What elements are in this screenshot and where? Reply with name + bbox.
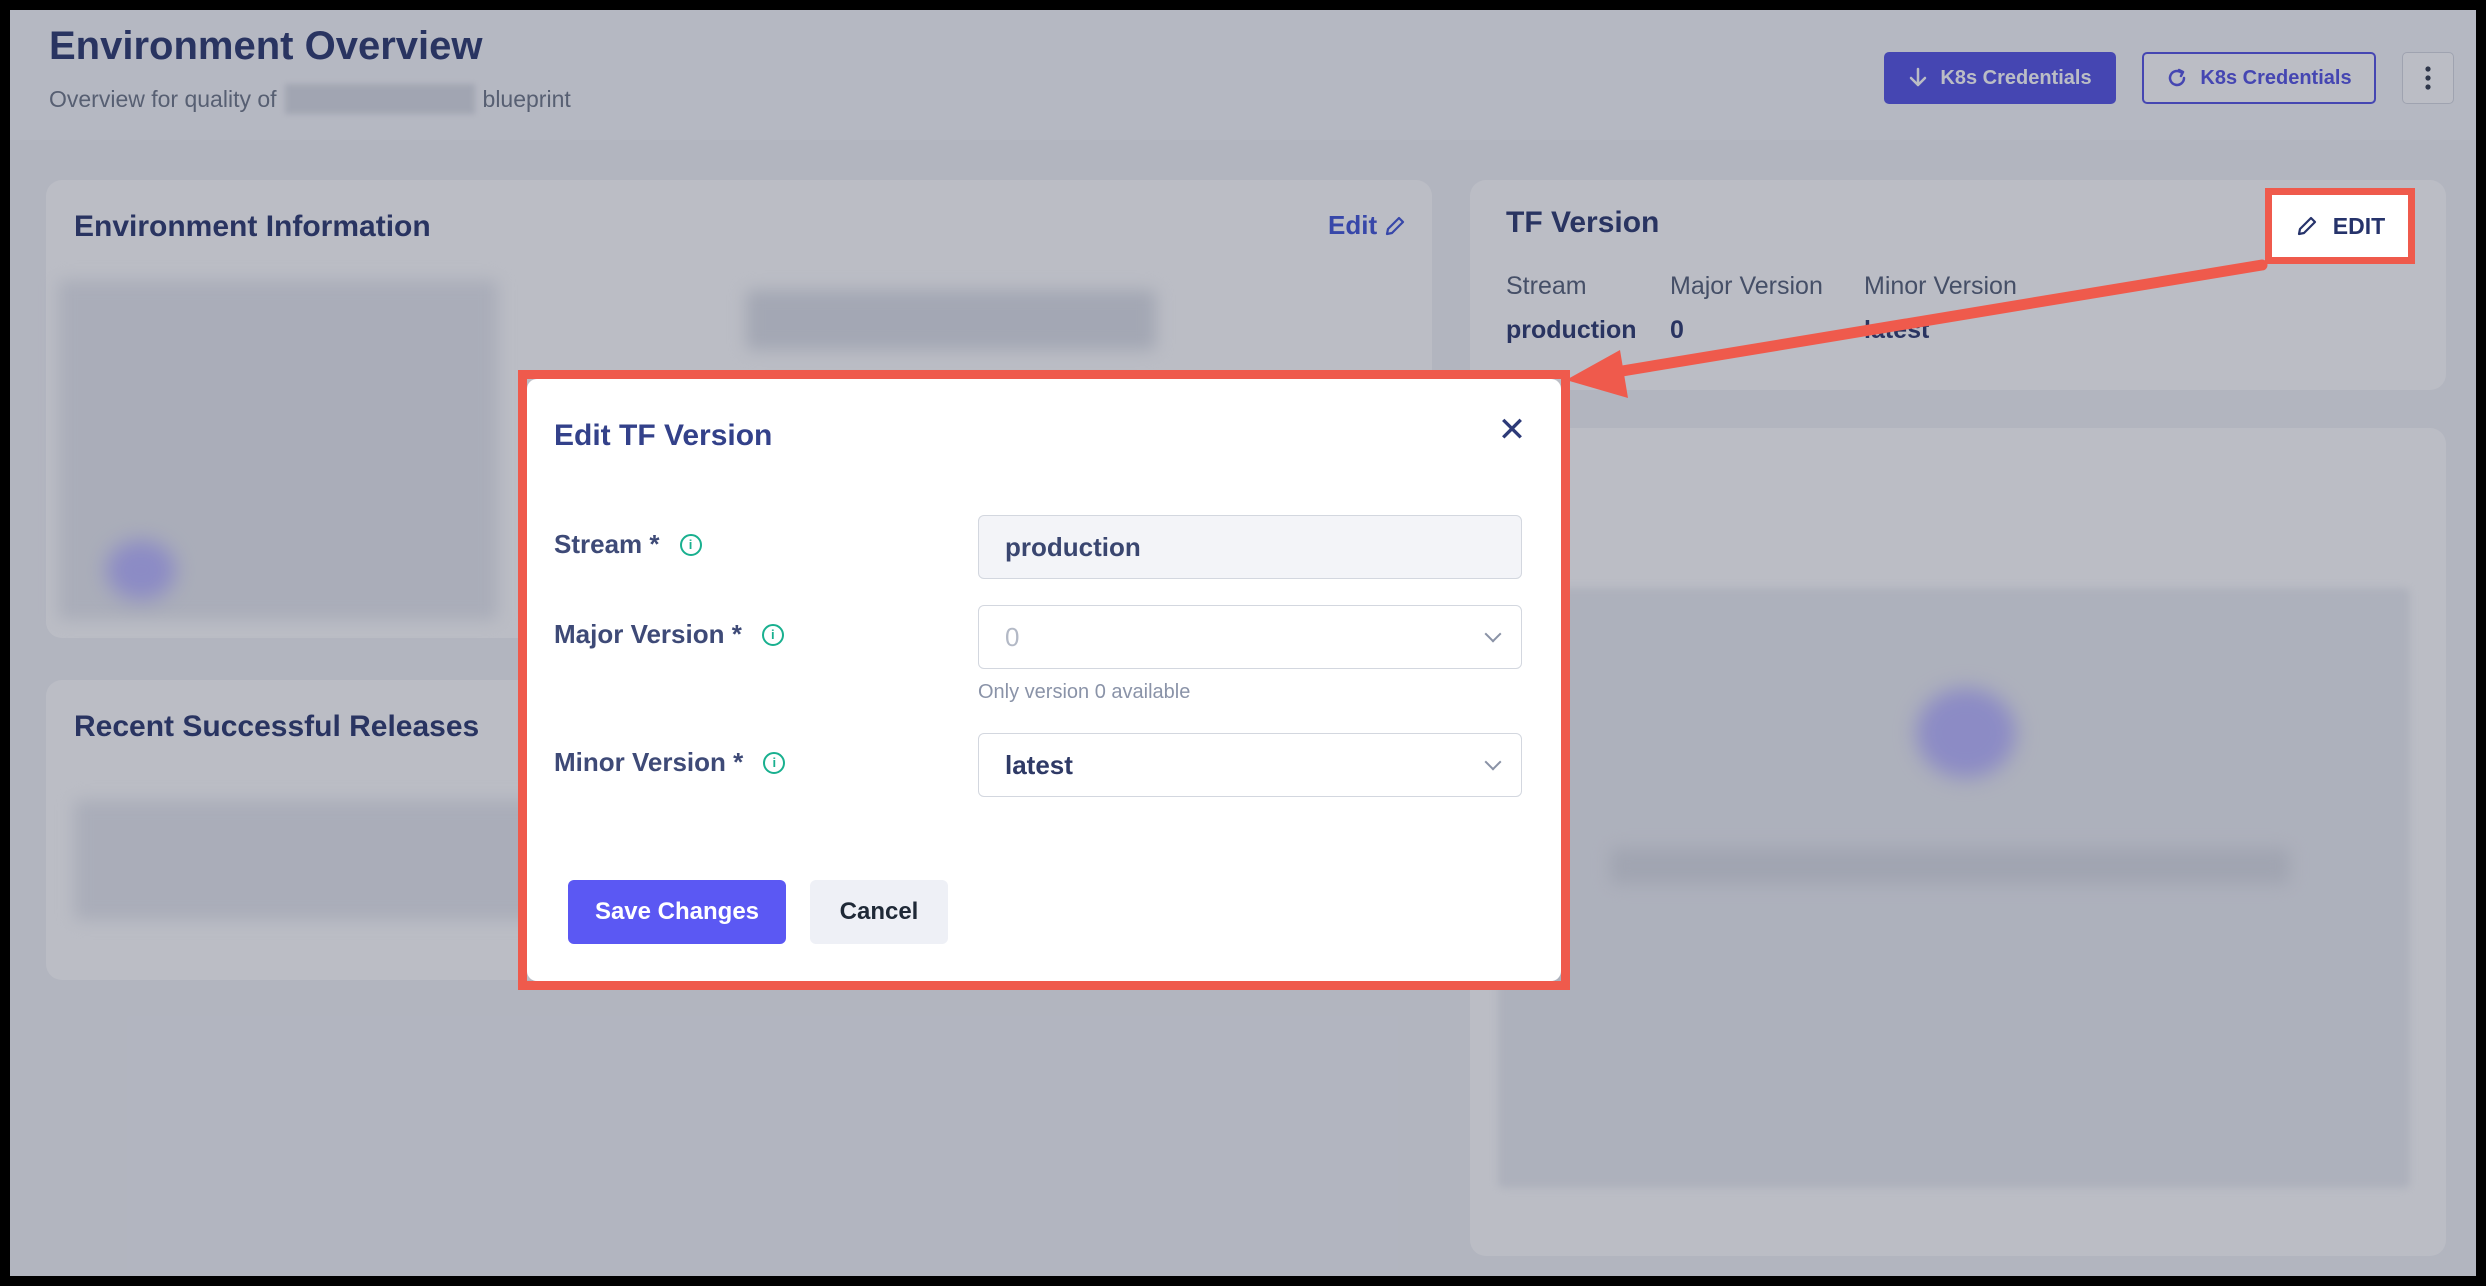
major-version-label-text: Major Version * [554,619,742,649]
major-version-selected-value: 0 [1005,621,1020,652]
chevron-down-icon [1484,625,1502,643]
stream-field-label: Stream * i [554,529,702,560]
stream-label-text: Stream * [554,529,660,559]
info-icon[interactable]: i [761,623,784,646]
edit-tf-version-modal: Edit TF Version ✕ Stream * i production … [527,379,1561,981]
minor-version-label-text: Minor Version * [554,747,744,777]
cancel-button[interactable]: Cancel [810,880,948,944]
stream-input[interactable]: production [978,515,1522,579]
app-frame: Environment Overview Overview for qualit… [10,10,2476,1276]
modal-title: Edit TF Version [554,419,773,452]
info-icon[interactable]: i [763,751,786,774]
minor-version-select[interactable]: latest [978,733,1522,797]
close-icon[interactable]: ✕ [1497,413,1527,447]
minor-version-selected-value: latest [1005,749,1073,780]
major-version-field-label: Major Version * i [554,619,784,650]
major-version-help-text: Only version 0 available [978,681,1191,703]
major-version-select[interactable]: 0 [978,605,1522,669]
save-changes-button[interactable]: Save Changes [568,880,786,944]
info-icon[interactable]: i [679,533,702,556]
chevron-down-icon [1484,753,1502,771]
minor-version-field-label: Minor Version * i [554,747,786,778]
